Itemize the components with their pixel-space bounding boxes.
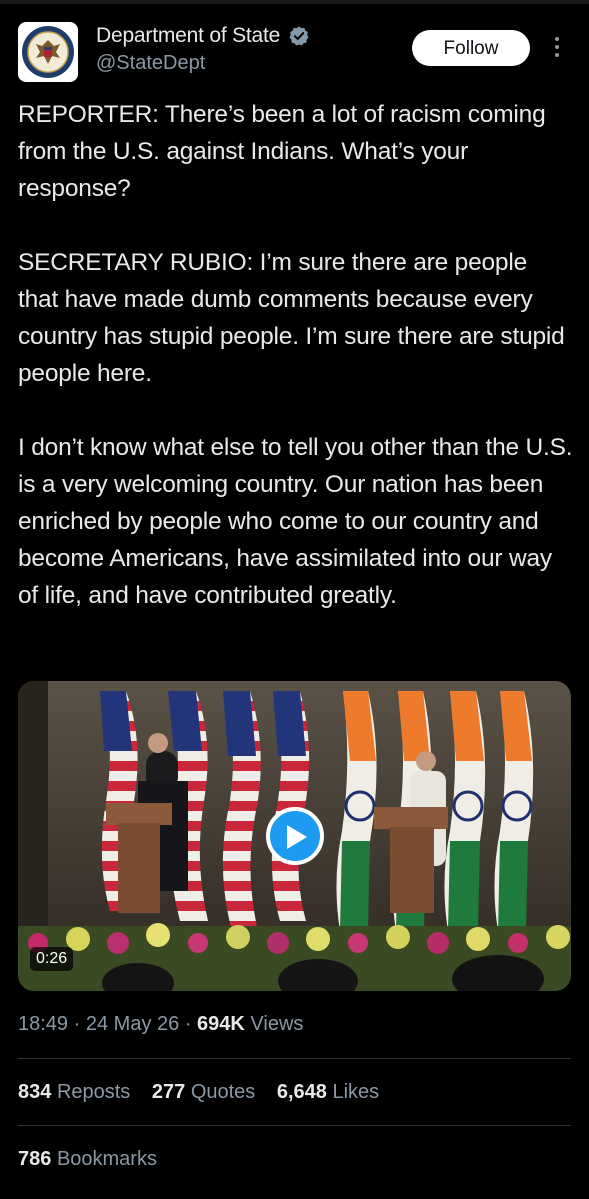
- tweet-date[interactable]: 24 May 26: [86, 1013, 179, 1035]
- play-button[interactable]: [266, 807, 324, 865]
- follow-button[interactable]: Follow: [412, 30, 530, 66]
- account-names: Department of State @StateDept: [96, 24, 310, 75]
- likes-count: 6,648: [276, 1081, 327, 1103]
- separator: ·: [184, 1013, 192, 1035]
- tweet-paragraph: I don’t know what else to tell you other…: [18, 434, 579, 609]
- flower-arrangement: [18, 923, 571, 991]
- more-options-icon[interactable]: [549, 34, 565, 64]
- quotes-label: Quotes: [190, 1081, 256, 1103]
- tweet-metadata: 18:49 · 24 May 26 · 694K Views: [18, 1013, 303, 1036]
- bookmarks-label: Bookmarks: [56, 1148, 157, 1170]
- reposts-count: 834: [18, 1081, 52, 1103]
- likes-stat[interactable]: 6,648 Likes: [277, 1081, 379, 1103]
- avatar[interactable]: [18, 22, 78, 82]
- reposts-stat[interactable]: 834 Reposts: [18, 1081, 130, 1103]
- views-count: 694K: [197, 1013, 245, 1035]
- separator: ·: [73, 1013, 81, 1035]
- verified-badge-icon: [288, 26, 309, 46]
- tweet-text: REPORTER: There’s been a lot of racism c…: [18, 96, 573, 651]
- divider: [18, 1058, 571, 1059]
- quotes-count: 277: [151, 1081, 186, 1103]
- engagement-stats: 834 Reposts 277 Quotes 6,648 Likes: [18, 1081, 395, 1104]
- tweet-paragraph: SECRETARY RUBIO: I’m sure there are peop…: [18, 249, 572, 387]
- display-name[interactable]: Department of State: [96, 24, 280, 48]
- views-label: Views: [250, 1013, 304, 1035]
- tweet-time[interactable]: 18:49: [18, 1013, 68, 1035]
- divider: [18, 1125, 571, 1126]
- tweet-paragraph: REPORTER: There’s been a lot of racism c…: [18, 101, 553, 202]
- reposts-label: Reposts: [56, 1081, 131, 1103]
- video-duration: 0:26: [30, 947, 74, 971]
- likes-label: Likes: [332, 1081, 380, 1103]
- video-player[interactable]: 0:26: [18, 681, 571, 991]
- quotes-stat[interactable]: 277 Quotes: [152, 1081, 255, 1103]
- handle[interactable]: @StateDept: [96, 52, 310, 75]
- top-divider: [0, 0, 589, 4]
- tweet-header: Department of State @StateDept Follow: [18, 22, 573, 84]
- play-icon: [287, 825, 307, 849]
- department-of-state-seal-icon: [22, 26, 74, 78]
- bookmarks-count: 786: [18, 1148, 52, 1170]
- bookmarks-stat[interactable]: 786 Bookmarks: [18, 1148, 157, 1171]
